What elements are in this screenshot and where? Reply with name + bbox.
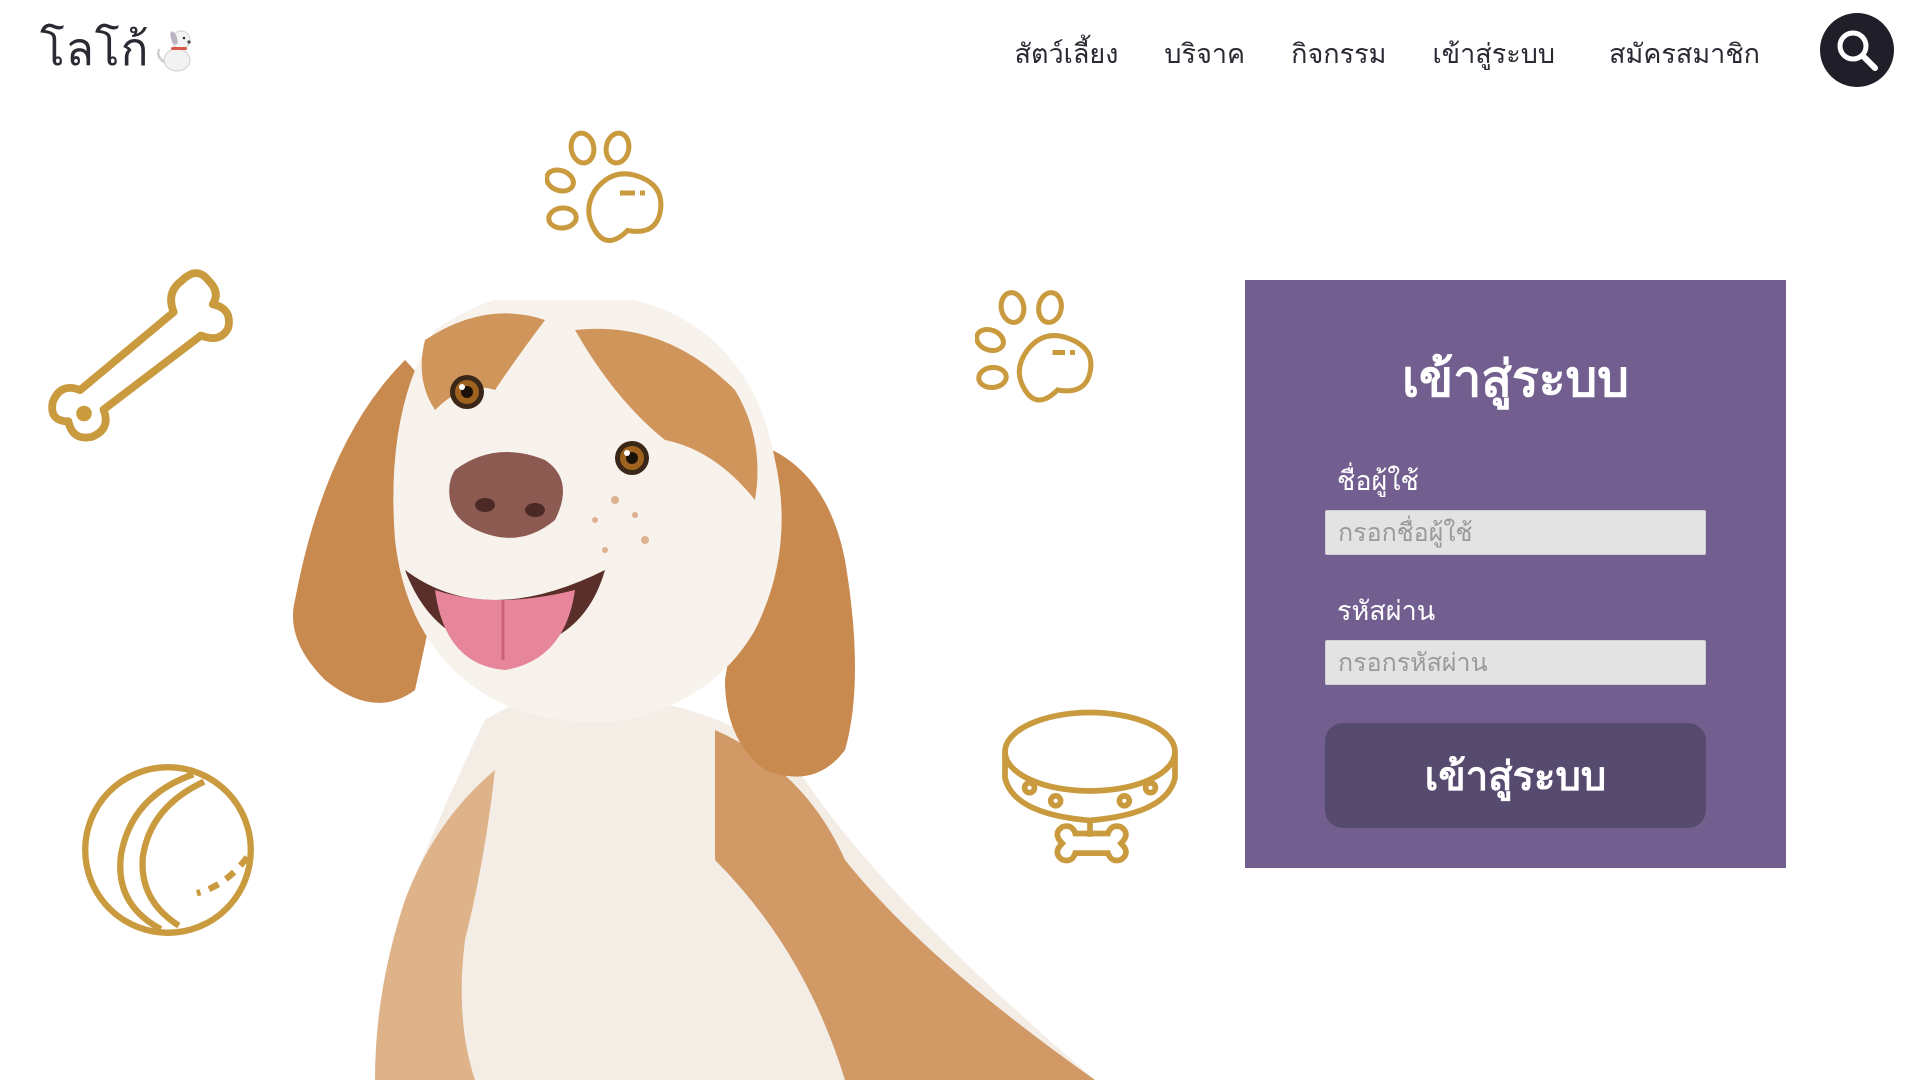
password-label: รหัสผ่าน bbox=[1337, 596, 1436, 627]
username-label: ชื่อผู้ใช้ bbox=[1337, 466, 1419, 497]
password-input[interactable] bbox=[1325, 640, 1706, 685]
search-icon bbox=[1837, 30, 1878, 71]
paw-icon bbox=[545, 130, 664, 243]
bone-icon bbox=[48, 269, 233, 442]
search-button[interactable] bbox=[1820, 13, 1894, 87]
nav-item-pets[interactable]: สัตว์เลี้ยง bbox=[1014, 32, 1118, 75]
tennis-ball-icon bbox=[82, 764, 254, 936]
nav-item-register[interactable]: สมัครสมาชิก bbox=[1609, 32, 1760, 75]
login-form: เข้าสู่ระบบ ชื่อผู้ใช้ รหัสผ่าน เข้าสู่ร… bbox=[1245, 280, 1786, 868]
nav-item-login[interactable]: เข้าสู่ระบบ bbox=[1432, 32, 1555, 75]
login-submit-button[interactable]: เข้าสู่ระบบ bbox=[1325, 723, 1706, 828]
dog-mascot-icon bbox=[157, 30, 192, 72]
nav-item-activities[interactable]: กิจกรรม bbox=[1291, 32, 1386, 75]
site-logo[interactable]: โลโก้ bbox=[40, 22, 195, 72]
username-input[interactable] bbox=[1325, 510, 1706, 555]
dog-photo bbox=[293, 300, 1095, 1080]
page: โลโก้ สัตว์เลี้ยง บริจาค กิจกรรม เข้าสู่… bbox=[0, 0, 1920, 1080]
logo-text: โลโก้ bbox=[40, 22, 150, 76]
login-title: เข้าสู่ระบบ bbox=[1401, 350, 1630, 408]
nav-item-donate[interactable]: บริจาค bbox=[1164, 32, 1245, 75]
main-nav: สัตว์เลี้ยง บริจาค กิจกรรม เข้าสู่ระบบ ส… bbox=[1014, 32, 1760, 75]
